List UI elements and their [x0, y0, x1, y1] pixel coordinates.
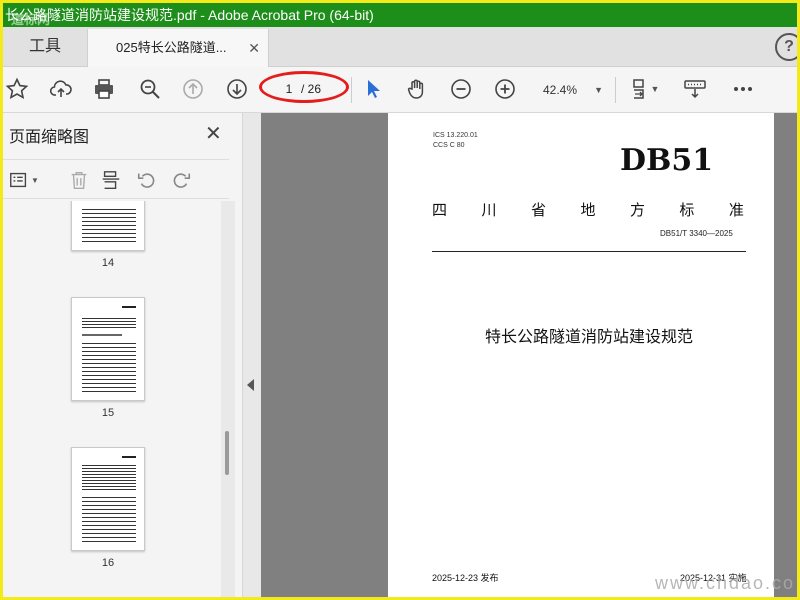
toolbar: / 26 42.4% ▼ ▼ [3, 67, 797, 113]
page-down-icon[interactable] [223, 75, 251, 103]
ics-line: ICS 13.220.01 [433, 132, 478, 139]
zoom-level-dropdown[interactable]: 42.4% ▼ [537, 79, 607, 101]
zoom-value: 42.4% [543, 83, 578, 97]
title-bar: 长公路隧道消防站建设规范.pdf - Adobe Acrobat Pro (64… [3, 3, 797, 27]
implement-date: 2025-12-31 实施 [680, 573, 747, 583]
hand-icon[interactable] [403, 75, 431, 103]
chevron-down-icon: ▼ [594, 85, 603, 95]
thumbnail-scrollbar[interactable] [221, 201, 235, 597]
delete-icon[interactable] [67, 168, 91, 192]
document-view: ICS 13.220.01 CCS C 80 DB51 四 川 省 地 方 标 … [261, 113, 797, 597]
pane-title: 页面缩略图 [9, 129, 90, 146]
thumbnail-list: 14 15 16 [3, 201, 225, 597]
standard-category: 四 川 省 地 方 标 准 [432, 199, 744, 220]
keyboard-icon[interactable] [681, 75, 709, 103]
scrollbar-thumb[interactable] [225, 431, 229, 475]
category-char: 地 [580, 202, 596, 219]
thumbnail-page[interactable] [71, 201, 145, 251]
standard-code: DB51 [620, 143, 714, 178]
header-rule [432, 251, 746, 252]
select-cursor-icon[interactable] [359, 75, 387, 103]
close-tab-icon[interactable]: ✕ [248, 29, 260, 67]
chevron-down-icon[interactable]: ▼ [649, 75, 661, 103]
category-char: 四 [432, 202, 448, 219]
thumbnail-label: 14 [101, 257, 115, 269]
category-char: 方 [629, 202, 645, 219]
app-window: 长公路隧道消防站建设规范.pdf - Adobe Acrobat Pro (64… [0, 0, 800, 600]
more-icon[interactable] [729, 75, 757, 103]
close-pane-icon[interactable]: ✕ [205, 121, 222, 146]
tab-document[interactable]: 025特长公路隧道... ✕ [87, 29, 269, 67]
pdf-page: ICS 13.220.01 CCS C 80 DB51 四 川 省 地 方 标 … [388, 113, 774, 597]
standard-number: DB51/T 3340—2025 [660, 229, 733, 238]
category-char: 省 [530, 202, 546, 219]
pane-collapse-strip [243, 113, 261, 597]
rotate-right-icon[interactable] [169, 168, 193, 192]
rotate-left-icon[interactable] [135, 168, 159, 192]
thumbnail-label: 16 [101, 557, 115, 569]
collapse-left-icon[interactable] [247, 379, 254, 391]
page-navigator: / 26 [269, 77, 343, 101]
toolbar-divider [615, 77, 616, 103]
help-icon[interactable]: ? [775, 33, 797, 61]
tab-document-label: 025特长公路隧道... [116, 40, 227, 55]
extract-pages-icon[interactable] [99, 168, 123, 192]
search-zoom-icon[interactable] [136, 75, 164, 103]
document-title: 特长公路隧道消防站建设规范 [484, 329, 693, 346]
star-icon[interactable] [3, 75, 31, 103]
ccs-line: CCS C 80 [433, 142, 465, 149]
thumbnail-label: 15 [101, 407, 115, 419]
thumbnail-options-icon[interactable] [7, 168, 31, 192]
page-total: / 26 [301, 82, 322, 96]
category-char: 准 [728, 202, 744, 219]
thumbnail-page[interactable] [71, 297, 145, 401]
print-icon[interactable] [90, 75, 118, 103]
thumbnail-pane: 页面缩略图 ✕ ▼ 14 15 16 [3, 113, 243, 597]
page-up-icon[interactable] [179, 75, 207, 103]
publish-date: 2025-12-23 发布 [432, 573, 499, 583]
window-title: 长公路隧道消防站建设规范.pdf - Adobe Acrobat Pro (64… [5, 7, 374, 23]
chevron-down-icon[interactable]: ▼ [29, 168, 41, 192]
toolbar-divider [351, 77, 352, 103]
tab-strip: 工具 025特长公路隧道... ✕ ? [3, 27, 797, 67]
zoom-out-icon[interactable] [447, 75, 475, 103]
upload-icon[interactable] [47, 75, 75, 103]
zoom-in-icon[interactable] [491, 75, 519, 103]
ics-code: ICS 13.220.01 CCS C 80 [433, 131, 478, 151]
tab-tools[interactable]: 工具 [3, 27, 87, 67]
category-char: 川 [481, 202, 497, 219]
page-number-input[interactable] [275, 79, 303, 99]
thumbnail-toolbar: ▼ [3, 159, 229, 199]
thumbnail-page[interactable] [71, 447, 145, 551]
category-char: 标 [679, 202, 695, 219]
